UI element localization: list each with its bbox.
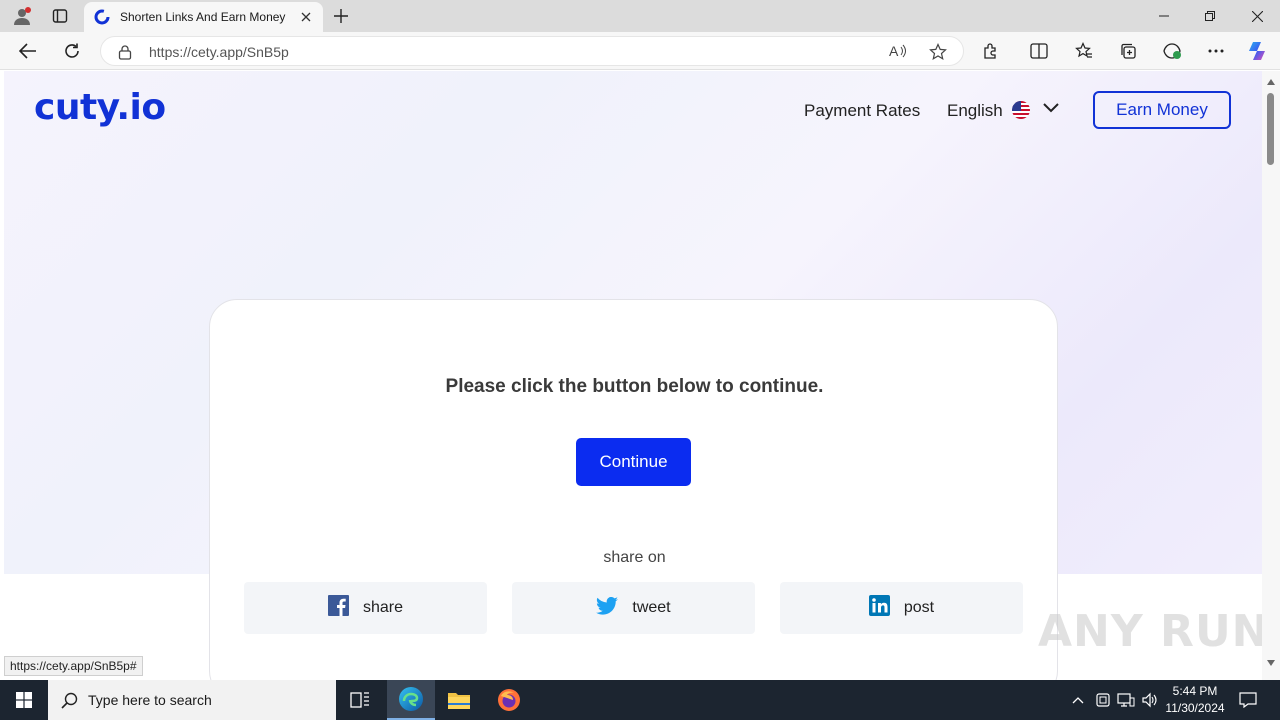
address-bar[interactable]: https://cety.app/SnB5p A [100, 36, 964, 66]
svg-text:A: A [889, 43, 899, 59]
page-scrollbar[interactable] [1262, 71, 1280, 680]
share-on-label: share on [603, 549, 666, 566]
copilot-icon[interactable] [1244, 38, 1272, 64]
linkedin-icon [868, 595, 890, 621]
windows-taskbar: Type here to search 5:44 PM 11/30/2024 [0, 680, 1280, 720]
task-view-icon[interactable] [336, 680, 384, 720]
minimize-icon[interactable] [1141, 0, 1187, 32]
share-button-label: share [362, 599, 404, 616]
lock-icon[interactable] [118, 44, 132, 65]
site-logo[interactable]: cuty.io [34, 87, 166, 128]
payment-rates-link[interactable]: Payment Rates [804, 101, 920, 121]
new-tab-icon[interactable] [330, 5, 352, 27]
taskbar-search-box[interactable]: Type here to search [48, 680, 336, 720]
search-icon [61, 692, 78, 709]
chevron-up-icon[interactable] [1068, 690, 1088, 710]
firefox-icon[interactable] [485, 680, 533, 720]
facebook-icon [327, 595, 349, 621]
earn-money-button[interactable]: Earn Money [1093, 91, 1231, 129]
clock-date: 11/30/2024 [1165, 701, 1225, 715]
twitter-icon [596, 596, 619, 620]
back-icon[interactable] [14, 38, 42, 64]
favorite-star-icon[interactable] [929, 43, 947, 66]
linkedin-share-button[interactable]: post [780, 582, 1023, 634]
tweet-button-label: tweet [632, 599, 671, 616]
read-aloud-icon[interactable]: A [889, 43, 907, 64]
extensions-icon[interactable] [977, 38, 1005, 64]
scroll-thumb[interactable] [1267, 93, 1274, 165]
tab-close-icon[interactable] [297, 8, 315, 26]
browser-tab[interactable]: Shorten Links And Earn Money | [84, 2, 323, 32]
continue-card: Please click the button below to continu… [209, 299, 1058, 680]
volume-icon[interactable] [1140, 690, 1160, 710]
notification-icon[interactable] [1238, 690, 1258, 710]
reload-icon[interactable] [58, 38, 86, 64]
profile-icon[interactable] [10, 4, 34, 28]
clock-time: 5:44 PM [1172, 684, 1218, 698]
chevron-down-icon[interactable] [1042, 101, 1060, 119]
defender-tray-icon[interactable] [1093, 690, 1113, 710]
favorites-icon[interactable] [1070, 38, 1098, 64]
tab-actions-icon[interactable] [48, 4, 72, 28]
facebook-share-button[interactable]: share [244, 582, 487, 634]
windows-start-icon[interactable] [0, 680, 48, 720]
language-selector[interactable]: English [947, 101, 1003, 121]
scroll-down-icon[interactable] [1267, 660, 1275, 666]
search-placeholder: Type here to search [88, 692, 212, 708]
card-message: Please click the button below to continu… [445, 376, 824, 397]
collections-icon[interactable] [1114, 38, 1142, 64]
more-menu-icon[interactable] [1202, 38, 1230, 64]
edge-taskbar-icon[interactable] [387, 680, 435, 720]
taskbar-clock[interactable]: 5:44 PM 11/30/2024 [1160, 683, 1230, 717]
network-icon[interactable] [1116, 690, 1136, 710]
continue-button[interactable]: Continue [576, 438, 691, 486]
status-bar-url: https://cety.app/SnB5p# [4, 656, 143, 676]
file-explorer-icon[interactable] [435, 680, 483, 720]
restore-icon[interactable] [1187, 0, 1233, 32]
split-screen-icon[interactable] [1025, 38, 1053, 64]
us-flag-icon [1012, 101, 1030, 119]
browser-toolbar: https://cety.app/SnB5p A [0, 32, 1280, 70]
tab-title: Shorten Links And Earn Money | [120, 10, 288, 24]
browser-tab-bar: Shorten Links And Earn Money | [0, 0, 1280, 32]
page-viewport: cuty.io Payment Rates English Earn Money… [4, 71, 1262, 680]
close-window-icon[interactable] [1234, 0, 1280, 32]
anyrun-watermark: ANY RUN [1038, 606, 1270, 657]
scroll-up-icon[interactable] [1267, 79, 1275, 85]
post-button-label: post [903, 599, 935, 616]
twitter-share-button[interactable]: tweet [512, 582, 755, 634]
browser-essentials-icon[interactable] [1158, 38, 1186, 64]
address-url: https://cety.app/SnB5p [149, 44, 289, 60]
site-favicon-icon [94, 9, 110, 25]
